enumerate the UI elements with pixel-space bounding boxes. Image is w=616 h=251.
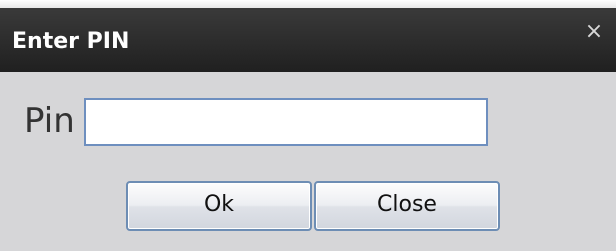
dialog-top-edge — [0, 0, 616, 8]
dialog-titlebar: Enter PIN × — [0, 8, 616, 72]
pin-input[interactable] — [84, 98, 488, 146]
close-icon[interactable]: × — [582, 20, 606, 44]
pin-label: Pin — [24, 101, 75, 141]
ok-button[interactable]: Ok — [126, 181, 312, 231]
dialog-title: Enter PIN — [12, 29, 130, 54]
enter-pin-dialog: Enter PIN × Pin Ok Close — [0, 0, 616, 251]
close-button[interactable]: Close — [314, 181, 500, 231]
